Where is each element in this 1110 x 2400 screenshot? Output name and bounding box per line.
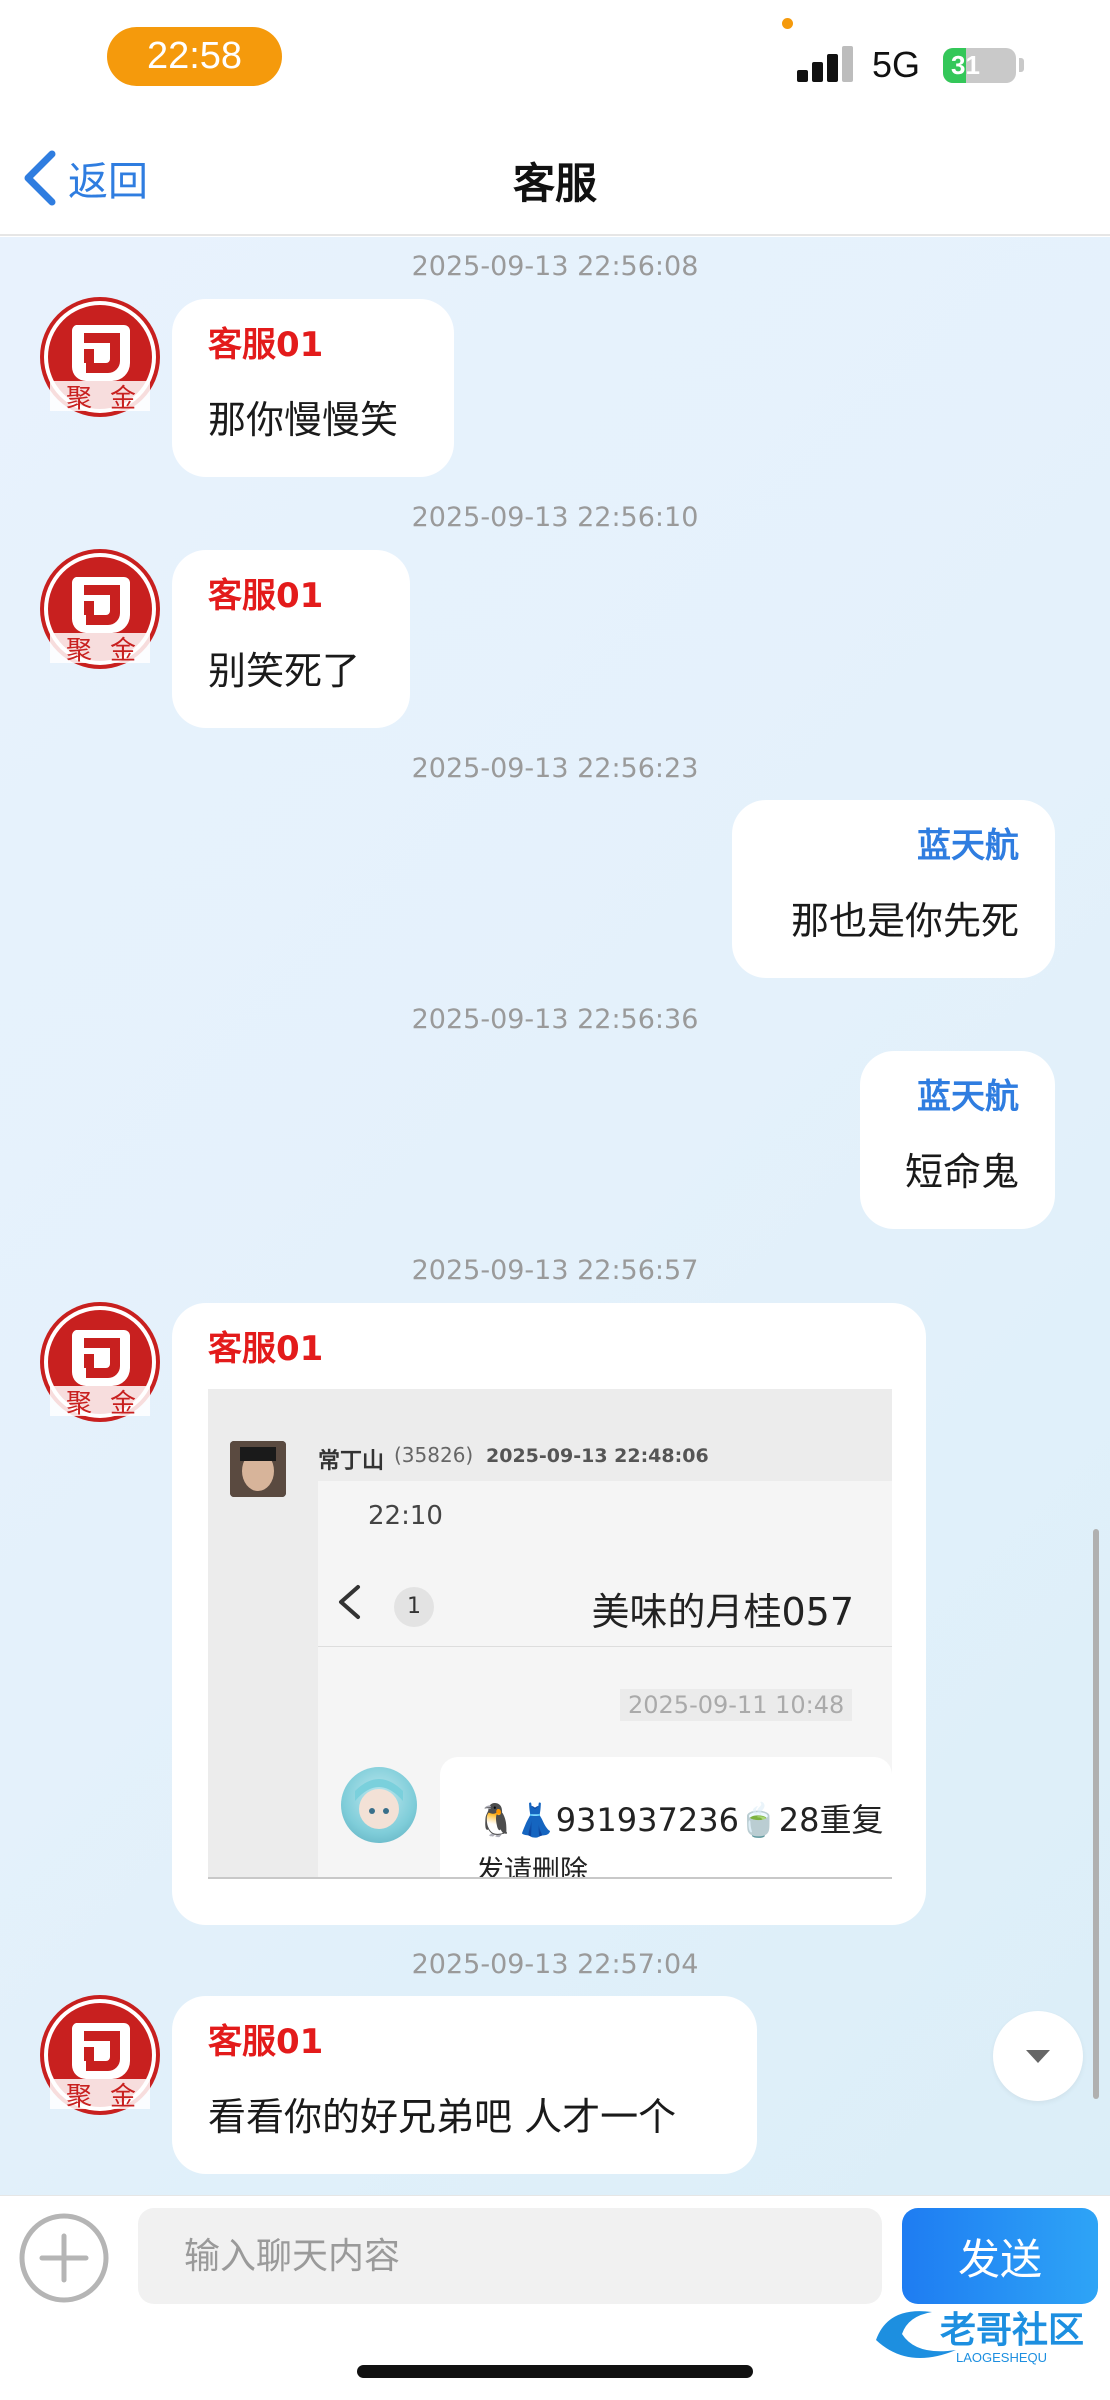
message-text: 别笑死了	[208, 649, 361, 693]
svg-text:金: 金	[110, 1389, 136, 1419]
anime-avatar	[341, 1767, 417, 1843]
battery-tip	[1019, 58, 1024, 72]
watermark-logo: 老哥社区 LAOGESHEQU	[868, 2300, 1100, 2370]
watermark-text: 老哥社区	[940, 2310, 1084, 2351]
message-bubble[interactable]: 客服01 那你慢慢笑	[172, 299, 454, 477]
send-button[interactable]: 发送	[902, 2208, 1098, 2304]
scroll-to-bottom-button[interactable]	[993, 2011, 1083, 2101]
agent-avatar[interactable]: 聚 金	[40, 297, 160, 417]
status-bar: 22:58 5G 31	[0, 0, 1110, 120]
message-timestamp: 2025-09-13 22:56:23	[411, 753, 699, 784]
chat-input[interactable]	[138, 2208, 882, 2304]
message-timestamp: 2025-09-13 22:56:08	[411, 251, 699, 282]
message-bubble-self[interactable]: 蓝天航 短命鬼	[860, 1051, 1055, 1229]
jujin-logo-icon: 聚 金	[40, 1302, 160, 1422]
home-indicator[interactable]	[357, 2365, 753, 2378]
svg-text:金: 金	[110, 2082, 136, 2112]
agent-avatar[interactable]: 聚 金	[40, 549, 160, 669]
sender-name: 客服01	[208, 325, 324, 365]
sender-name: 客服01	[208, 576, 324, 616]
svg-text:聚: 聚	[66, 2082, 92, 2112]
shot-inner-timestamp: 2025-09-11 10:48	[620, 1689, 853, 1721]
svg-text:聚: 聚	[66, 636, 92, 666]
shot-user-id: (35826)	[394, 1443, 474, 1467]
message-text: 短命鬼	[904, 1150, 1019, 1194]
image-message-bubble[interactable]: 客服01 常丁山 (35826) 2025-09-13 22:48:06 22:…	[172, 1303, 926, 1925]
page-title: 客服	[512, 159, 597, 208]
message-timestamp: 2025-09-13 22:57:04	[411, 1949, 699, 1980]
message-timestamp: 2025-09-13 22:56:10	[411, 502, 699, 533]
message-text: 看看你的好兄弟吧 人才一个	[208, 2095, 677, 2139]
jujin-logo-icon: 聚 金	[40, 549, 160, 669]
battery-icon: 31	[943, 48, 1016, 83]
svg-text:聚: 聚	[66, 1389, 92, 1419]
message-timestamp: 2025-09-13 22:56:36	[411, 1004, 699, 1035]
sender-name: 客服01	[208, 2022, 324, 2062]
message-bubble[interactable]: 客服01 别笑死了	[172, 550, 410, 728]
user-avatar-photo	[230, 1441, 286, 1497]
privacy-indicator-dot	[782, 18, 793, 29]
shot-user-name: 常丁山	[318, 1449, 385, 1474]
message-bubble[interactable]: 客服01 看看你的好兄弟吧 人才一个	[172, 1996, 757, 2174]
nav-bar: 返回 客服	[0, 120, 1110, 236]
network-type: 5G	[872, 44, 921, 85]
watermark-subtext: LAOGESHEQU	[956, 2350, 1047, 2365]
shot-inner-title: 美味的月桂057	[591, 1590, 854, 1634]
signal-strength-icon	[797, 46, 855, 82]
battery-label: 31	[951, 50, 980, 80]
shot-inner-time: 22:10	[368, 1501, 443, 1531]
chevron-down-icon	[1026, 2050, 1050, 2063]
add-attachment-button[interactable]	[18, 2212, 110, 2304]
chevron-left-icon	[339, 1585, 360, 1619]
chat-scrollbar[interactable]	[1093, 1529, 1099, 2099]
shot-post-time: 2025-09-13 22:48:06	[486, 1445, 709, 1467]
message-text: 那也是你先死	[790, 899, 1019, 943]
jujin-logo-icon: 聚 金	[40, 1995, 160, 2115]
jujin-logo-icon: 聚 金	[40, 297, 160, 417]
shot-inner-message-line2: 发请删除	[476, 1854, 589, 1879]
agent-avatar[interactable]: 聚 金	[40, 1302, 160, 1422]
sender-name: 蓝天航	[917, 1077, 1019, 1117]
sender-name: 客服01	[208, 1329, 324, 1369]
status-time: 22:58	[107, 27, 282, 86]
message-timestamp: 2025-09-13 22:56:57	[411, 1255, 699, 1286]
svg-text:金: 金	[110, 636, 136, 666]
plus-circle-icon	[19, 2213, 109, 2303]
shot-inner-count: 1	[394, 1587, 434, 1627]
sender-name: 蓝天航	[917, 826, 1019, 866]
message-bubble-self[interactable]: 蓝天航 那也是你先死	[732, 800, 1055, 978]
svg-text:聚: 聚	[66, 384, 92, 414]
message-text: 那你慢慢笑	[208, 398, 399, 442]
agent-avatar[interactable]: 聚 金	[40, 1995, 160, 2115]
svg-text:金: 金	[110, 384, 136, 414]
shot-inner-message-line1: 🐧👗931937236🍵28重复	[476, 1801, 884, 1839]
chat-area[interactable]: 2025-09-13 22:56:08 聚 金 客服01 那你慢慢笑 2025-…	[0, 237, 1110, 2195]
shared-screenshot-image[interactable]: 常丁山 (35826) 2025-09-13 22:48:06 22:10 1 …	[208, 1389, 892, 1879]
